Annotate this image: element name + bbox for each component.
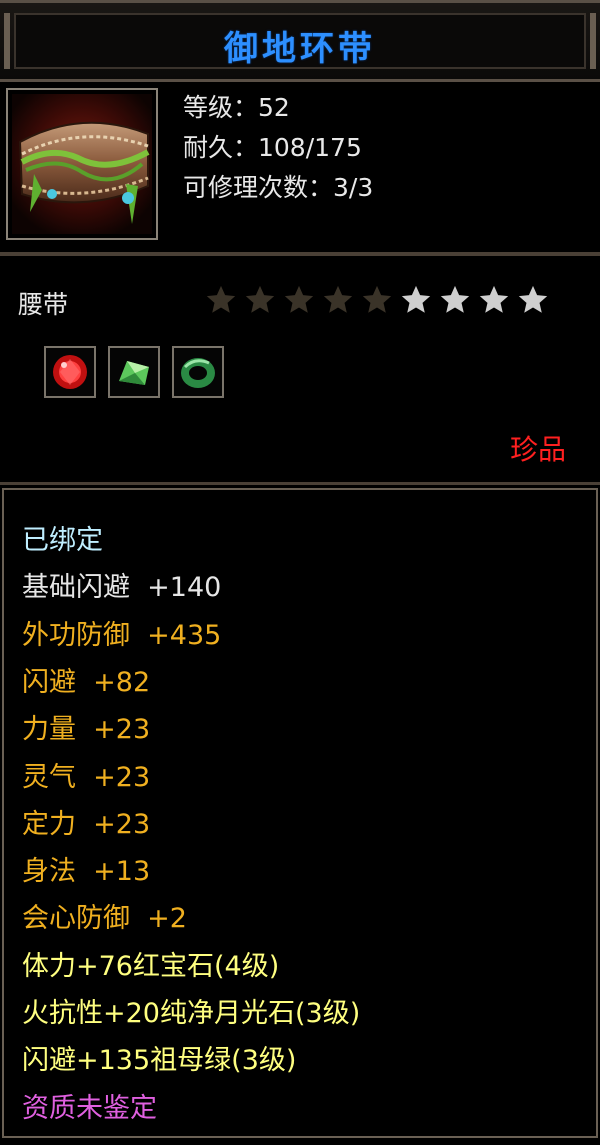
gem-socket-3[interactable] [172,346,224,398]
red-ruby-gem-icon [53,355,87,389]
attribute-line: 已绑定 [22,525,103,556]
green-crystal-gem-icon [119,361,149,385]
belt-icon [12,94,152,234]
item-name-title: 御地环带 [224,29,376,69]
title-bar: 御地环带 [0,0,600,82]
green-jade-ring-gem-icon [181,358,215,388]
attribute-line: 外功防御 +435 [22,619,222,651]
star-rating [204,283,550,317]
item-repair-count: 可修理次数：3/3 [183,173,374,202]
rarity-label: 珍品 [509,433,566,466]
gem-socket-1[interactable] [44,346,96,398]
attribute-line: 会心防御 +2 [22,903,187,935]
star-icon-filled [323,285,353,313]
item-header: 等级：52 耐久：108/175 可修理次数：3/3 [0,82,600,252]
attribute-line: 火抗性+20纯净月光石(3级) [22,998,361,1029]
attribute-line: 力量 +23 [22,714,151,746]
star-icon-empty [401,285,431,313]
star-icon-empty [440,285,470,313]
item-type-label: 腰带 [18,290,69,319]
attribute-line: 体力+76红宝石(4级) [22,950,280,982]
star-icon-filled [206,285,236,313]
gem-socket-2[interactable] [108,346,160,398]
star-icon-filled [245,285,275,313]
star-icon-filled [362,285,392,313]
attribute-list: 已绑定基础闪避 +140 外功防御 +435 闪避 +82 力量 +23 灵气 +23 定… [2,488,598,1138]
item-level: 等级：52 [183,93,290,122]
attribute-line: 闪避+135祖母绿(3级) [22,1045,297,1077]
attribute-line: 灵气 +23 [22,761,151,793]
star-icon-empty [479,285,509,313]
item-tooltip-panel: 御地环带 等级：52 耐久：108/175 可修理次数：3/3 腰带 珍品 已绑… [0,0,600,1145]
attribute-line: 基础闪避 +140 [22,572,222,604]
star-icon-filled [284,285,314,313]
attribute-line: 闪避 +82 [22,666,151,698]
divider [0,482,600,485]
divider [0,252,600,256]
attribute-line: 身法 +13 [22,856,151,888]
star-icon-empty [518,285,548,313]
item-icon-frame [6,88,158,240]
item-durability: 耐久：108/175 [183,133,362,162]
gem-sockets [44,346,224,398]
attribute-line: 定力 +23 [22,808,151,840]
attribute-line: 资质未鉴定 [22,1092,157,1124]
